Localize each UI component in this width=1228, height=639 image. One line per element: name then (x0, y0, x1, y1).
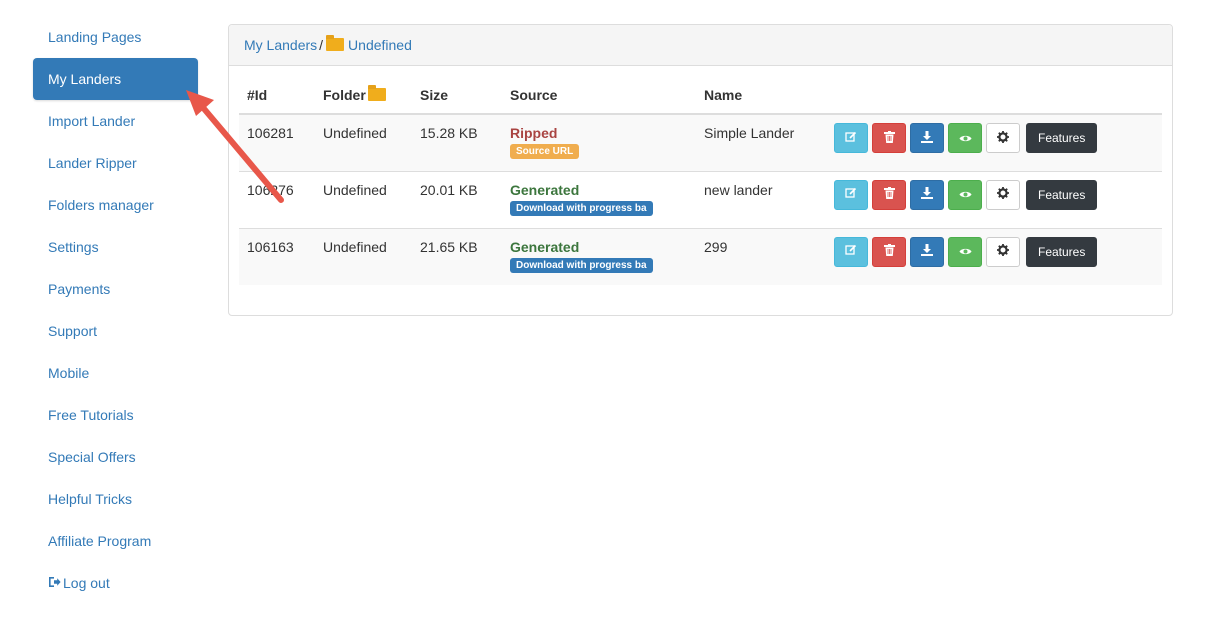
edit-icon (845, 131, 857, 146)
breadcrumb-my-landers[interactable]: My Landers (244, 37, 317, 53)
source-template-badge[interactable]: Download with progress ba (510, 200, 653, 216)
trash-icon (883, 187, 895, 202)
cell-actions: Features (826, 113, 1162, 171)
cell-folder: Undefined (315, 227, 412, 285)
sidebar-item-my-landers[interactable]: My Landers (33, 58, 198, 100)
features-button[interactable]: Features (1026, 123, 1098, 153)
logout-icon (48, 563, 61, 605)
delete-button[interactable] (872, 123, 906, 153)
cell-actions: Features (826, 170, 1162, 228)
gear-icon (997, 130, 1009, 146)
landers-table: #Id Folder Size Source Name 106281 Undef… (239, 77, 1162, 285)
sidebar-item-import-lander[interactable]: Import Lander (33, 100, 198, 142)
download-icon (921, 187, 933, 202)
sidebar-item-folders-manager[interactable]: Folders manager (33, 184, 198, 226)
sidebar-item-support[interactable]: Support (33, 310, 198, 352)
preview-button[interactable] (948, 179, 982, 210)
source-type: Ripped (510, 125, 558, 141)
source-type: Generated (510, 238, 580, 255)
source-template-badge[interactable]: Download with progress ba (510, 257, 653, 273)
source-url-badge[interactable]: Source URL (510, 144, 580, 159)
sidebar-item-free-tutorials[interactable]: Free Tutorials (33, 394, 198, 436)
col-source-header[interactable]: Source (502, 77, 696, 115)
preview-button[interactable] (948, 123, 982, 153)
breadcrumb-current-folder[interactable]: Undefined (348, 37, 412, 53)
row-actions: Features (834, 123, 1162, 153)
cell-folder: Undefined (315, 170, 412, 228)
col-name-header[interactable]: Name (696, 77, 826, 115)
landers-panel: My Landers / Undefined #Id Folder Size Sou… (228, 24, 1173, 316)
sidebar-item-helpful-tricks[interactable]: Helpful Tricks (33, 478, 198, 520)
cell-source: Ripped Source URL (502, 113, 696, 171)
delete-button[interactable] (872, 236, 906, 267)
col-folder-label: Folder (323, 87, 366, 103)
trash-icon (883, 244, 895, 259)
download-button[interactable] (910, 179, 944, 210)
cell-id: 106163 (239, 227, 315, 285)
sidebar-item-settings[interactable]: Settings (33, 226, 198, 268)
folder-icon (326, 35, 345, 51)
preview-button[interactable] (948, 236, 982, 267)
cell-source: Generated Download with progress ba (502, 227, 696, 285)
col-id-header[interactable]: #Id (239, 77, 315, 115)
gear-icon (997, 187, 1009, 202)
edit-icon (845, 187, 857, 202)
download-icon (921, 244, 933, 259)
trash-icon (883, 130, 895, 146)
cell-name: new lander (696, 170, 826, 228)
eye-icon (959, 244, 972, 259)
edit-button[interactable] (834, 236, 868, 267)
settings-button[interactable] (986, 123, 1020, 153)
sidebar-item-affiliate-program[interactable]: Affiliate Program (33, 520, 198, 562)
cell-id: 106281 (239, 113, 315, 171)
sidebar-item-landing-pages[interactable]: Landing Pages (33, 16, 198, 58)
delete-button[interactable] (872, 179, 906, 210)
features-button[interactable]: Features (1026, 179, 1098, 210)
row-actions: Features (834, 236, 1162, 267)
cell-source: Generated Download with progress ba (502, 170, 696, 228)
download-button[interactable] (910, 236, 944, 267)
edit-button[interactable] (834, 179, 868, 210)
table-header-row: #Id Folder Size Source Name (239, 77, 1162, 115)
source-type: Generated (510, 181, 580, 198)
breadcrumb-separator: / (319, 37, 324, 53)
cell-size: 20.01 KB (412, 170, 502, 228)
col-folder-header[interactable]: Folder (315, 77, 412, 115)
cell-name: 299 (696, 227, 826, 285)
settings-button[interactable] (986, 179, 1020, 210)
cell-size: 15.28 KB (412, 113, 502, 171)
sidebar-item-mobile[interactable]: Mobile (33, 352, 198, 394)
eye-icon (959, 131, 972, 146)
eye-icon (959, 187, 972, 202)
gear-icon (997, 244, 1009, 259)
log-out-label: Log out (63, 575, 110, 591)
edit-button[interactable] (834, 123, 868, 153)
cell-actions: Features (826, 227, 1162, 285)
table-row: 106163 Undefined 21.65 KB Generated Down… (239, 227, 1162, 285)
col-size-header[interactable]: Size (412, 77, 502, 115)
edit-icon (845, 244, 857, 259)
download-button[interactable] (910, 123, 944, 153)
sidebar-item-payments[interactable]: Payments (33, 268, 198, 310)
folder-icon (367, 85, 386, 101)
breadcrumb: My Landers / Undefined (229, 25, 1172, 66)
sidebar-item-lander-ripper[interactable]: Lander Ripper (33, 142, 198, 184)
table-row: 106276 Undefined 20.01 KB Generated Down… (239, 170, 1162, 228)
cell-name: Simple Lander (696, 113, 826, 171)
sidebar: Landing Pages My Landers Import Lander L… (33, 16, 198, 604)
cell-id: 106276 (239, 170, 315, 228)
sidebar-item-log-out[interactable]: Log out (33, 562, 198, 604)
cell-size: 21.65 KB (412, 227, 502, 285)
table-row: 106281 Undefined 15.28 KB Ripped Source … (239, 113, 1162, 171)
col-actions-header (826, 77, 1162, 115)
row-actions: Features (834, 179, 1162, 210)
settings-button[interactable] (986, 236, 1020, 267)
sidebar-item-special-offers[interactable]: Special Offers (33, 436, 198, 478)
cell-folder: Undefined (315, 113, 412, 171)
download-icon (921, 130, 933, 146)
features-button[interactable]: Features (1026, 236, 1098, 267)
